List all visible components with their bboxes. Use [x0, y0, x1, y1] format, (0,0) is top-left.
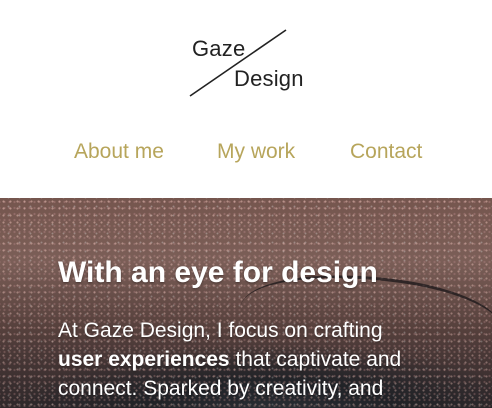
hero-heading: With an eye for design [58, 256, 378, 289]
nav-link-contact[interactable]: Contact [350, 140, 422, 164]
hero-section: With an eye for design At Gaze Design, I… [0, 198, 492, 408]
hero-intro-text: At Gaze Design, I focus on crafting user … [58, 316, 438, 403]
logo-word-gaze: Gaze [192, 36, 246, 61]
hero-text-line-1: At Gaze Design, I focus on crafting [58, 319, 383, 342]
hero-text-bold: user experiences [58, 348, 230, 371]
site-header: Gaze Design About me My work Contact [0, 0, 492, 198]
nav-link-my-work[interactable]: My work [217, 140, 295, 164]
hero-text-line-2: that captivate and [229, 348, 402, 371]
logo-word-design: Design [234, 66, 304, 91]
main-navigation: About me My work Contact [0, 134, 492, 174]
nav-link-about-me[interactable]: About me [74, 140, 164, 164]
gaze-design-logo[interactable]: Gaze Design [180, 24, 320, 104]
hero-text-line-3: connect. Sparked by creativity, and [58, 377, 384, 400]
